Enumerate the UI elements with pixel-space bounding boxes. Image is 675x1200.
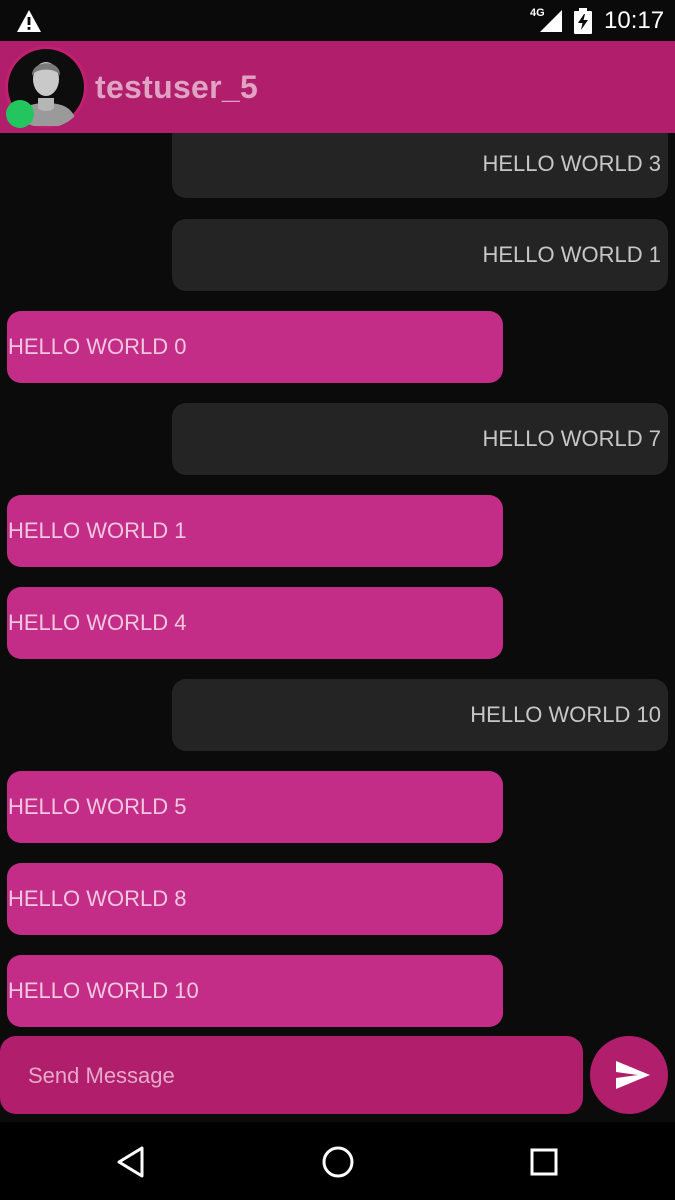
message-bubble-outgoing[interactable]: HELLO WORLD 5 bbox=[7, 771, 503, 843]
message-bubble-incoming[interactable]: HELLO WORLD 1 bbox=[172, 219, 668, 291]
send-icon bbox=[616, 1061, 650, 1089]
signal-icon: 4G bbox=[530, 7, 564, 34]
battery-charging-icon bbox=[574, 8, 592, 39]
recents-icon[interactable] bbox=[526, 1144, 562, 1180]
online-status-dot bbox=[6, 100, 34, 128]
back-icon[interactable] bbox=[114, 1144, 150, 1180]
home-icon[interactable] bbox=[320, 1144, 356, 1180]
message-bubble-incoming[interactable]: HELLO WORLD 7 bbox=[172, 403, 668, 475]
message-input[interactable] bbox=[26, 1036, 570, 1116]
message-bubble-outgoing[interactable]: HELLO WORLD 8 bbox=[7, 863, 503, 935]
status-bar: 4G 10:17 bbox=[0, 0, 675, 41]
message-bubble-incoming[interactable]: HELLO WORLD 10 bbox=[172, 679, 668, 751]
message-bubble-outgoing[interactable]: HELLO WORLD 0 bbox=[7, 311, 503, 383]
message-bubble-outgoing[interactable]: HELLO WORLD 4 bbox=[7, 587, 503, 659]
chat-username[interactable]: testuser_5 bbox=[95, 69, 258, 106]
message-composer bbox=[0, 1036, 583, 1116]
message-bubble-outgoing[interactable]: HELLO WORLD 1 bbox=[7, 495, 503, 567]
status-clock: 10:17 bbox=[604, 7, 665, 34]
message-list[interactable]: HELLO WORLD 3 HELLO WORLD 1 HELLO WORLD … bbox=[0, 133, 675, 1033]
system-navigation-bar bbox=[0, 1122, 675, 1200]
warning-icon bbox=[16, 9, 42, 38]
send-button[interactable] bbox=[590, 1036, 668, 1114]
message-bubble-incoming[interactable]: HELLO WORLD 3 bbox=[172, 133, 668, 198]
chat-header: testuser_5 bbox=[0, 41, 675, 133]
message-bubble-outgoing[interactable]: HELLO WORLD 10 bbox=[7, 955, 503, 1027]
